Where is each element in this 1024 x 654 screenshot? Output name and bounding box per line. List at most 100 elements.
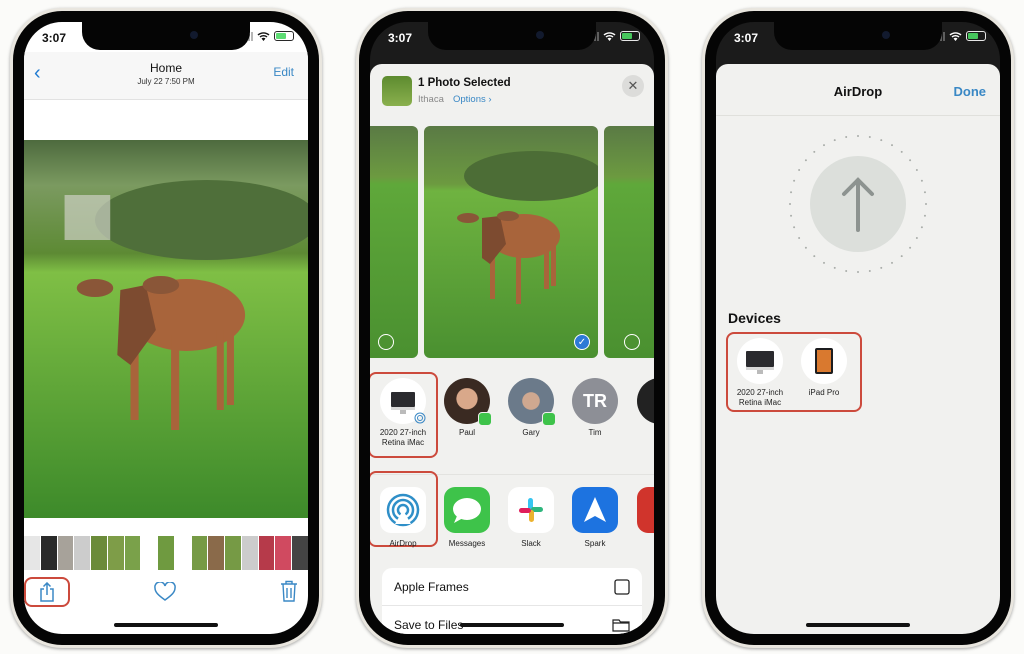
device-label: 2020 27-inch Retina iMac [736, 388, 784, 407]
device-ipad-pro[interactable]: iPad Pro [794, 338, 854, 398]
radar-dot [804, 246, 807, 249]
radar-dot [789, 203, 791, 205]
heart-icon[interactable] [154, 582, 176, 602]
radar-dot [900, 255, 903, 258]
photo-preview-left[interactable] [370, 126, 418, 358]
share-sheet-header: 1 Photo Selected Ithaca Options › ✕ [370, 64, 654, 124]
unselected-check[interactable] [378, 334, 394, 350]
app-label: Messages [448, 539, 486, 548]
partial-app-icon [637, 487, 654, 533]
suggestion-paul[interactable]: Paul [437, 378, 497, 438]
radar-dot [813, 150, 816, 153]
radar-dot [823, 261, 825, 264]
suggestion-label: Tim [588, 428, 602, 437]
radar-dot [915, 169, 918, 171]
radar-dot [868, 269, 871, 272]
album-title: Home [149, 61, 182, 75]
notch [82, 22, 250, 50]
status-time: 3:07 [42, 31, 67, 45]
thumbnail-strip[interactable] [24, 536, 308, 570]
status-time: 3:07 [734, 31, 759, 45]
folder-icon [612, 618, 630, 632]
wifi-icon [257, 32, 270, 41]
radar-dot [845, 269, 848, 272]
share-sheet: 1 Photo Selected Ithaca Options › ✕ ✓ 20… [370, 64, 654, 634]
photos-screen: 3:07 ‹ Home July 22 7:50 PM Edit [24, 22, 308, 634]
share-icon [40, 582, 54, 602]
edit-button[interactable]: Edit [273, 65, 294, 79]
airdrop-badge-icon [414, 412, 426, 424]
photo-location: Ithaca [418, 94, 444, 105]
radar-dot [833, 139, 836, 142]
notch [774, 22, 942, 50]
radar-dot [793, 226, 796, 229]
selection-title: 1 Photo Selected [418, 77, 511, 89]
radar-dot [915, 237, 918, 239]
app-slack[interactable]: Slack [503, 487, 559, 548]
app-messages[interactable]: Messages [439, 487, 495, 548]
radar-dot [880, 266, 883, 269]
radar-dot [845, 136, 848, 139]
home-indicator [806, 623, 910, 627]
suggestion-label: Gary [522, 428, 540, 437]
radar-dot [920, 179, 923, 182]
devices-heading: Devices [728, 310, 781, 326]
radar-dot [923, 214, 926, 217]
home-indicator [460, 623, 564, 627]
wifi-icon [949, 32, 962, 41]
radar-dot [813, 255, 816, 258]
radar-dot [909, 246, 912, 249]
selected-check-icon[interactable]: ✓ [574, 334, 590, 350]
airdrop-radar [789, 135, 927, 273]
imac-icon [746, 351, 774, 374]
radar-dot [891, 144, 893, 147]
share-apps-row: AirDrop Messages Slack Spark [370, 471, 654, 558]
phone-airdrop: 3:07 AirDrop Done Devices 2020 27-inch R… [702, 8, 1014, 648]
radar-dot [891, 261, 893, 264]
status-time: 3:07 [388, 31, 413, 45]
radar-dot [920, 226, 923, 229]
radar-dot [798, 237, 801, 239]
airdrop-header: AirDrop Done [716, 64, 1000, 116]
selected-photo-thumbnail [382, 76, 412, 106]
suggestion-label: Paul [458, 428, 475, 437]
slack-icon [508, 487, 554, 533]
app-spark[interactable]: Spark [567, 487, 623, 548]
unselected-check[interactable] [624, 334, 640, 350]
radar-dot [857, 135, 859, 137]
photo-preview-selected[interactable]: ✓ [424, 126, 598, 358]
trash-icon[interactable] [280, 580, 298, 602]
device-imac[interactable]: 2020 27-inch Retina iMac [730, 338, 790, 408]
radar-dot [857, 271, 859, 273]
action-apple-frames[interactable]: Apple Frames [382, 568, 642, 606]
radar-dot [833, 266, 836, 269]
suggestion-gary[interactable]: Gary [501, 378, 561, 438]
share-button[interactable] [24, 577, 70, 607]
photo-preview-carousel[interactable]: ✓ [370, 124, 654, 360]
deer-photo[interactable] [24, 140, 308, 518]
suggestion-tim[interactable]: TR Tim [565, 378, 625, 438]
app-partial[interactable] [632, 487, 654, 533]
radar-dot [868, 136, 871, 139]
app-airdrop[interactable]: AirDrop [375, 487, 431, 548]
app-label: AirDrop [389, 539, 417, 548]
battery-icon [274, 31, 294, 41]
app-label: Spark [584, 539, 606, 548]
photo-toolbar [24, 574, 308, 614]
ipad-icon [815, 348, 833, 374]
close-button[interactable]: ✕ [622, 75, 644, 97]
radar-dot [798, 169, 801, 171]
phone-photos: 3:07 ‹ Home July 22 7:50 PM Edit [10, 8, 322, 648]
app-label: Slack [521, 539, 541, 548]
action-save-to-files[interactable]: Save to Files [382, 606, 642, 634]
photo-preview-right[interactable] [604, 126, 654, 358]
done-button[interactable]: Done [954, 84, 987, 99]
share-suggestions-row: 2020 27-inch Retina iMac Paul Gary TR Ti… [370, 370, 654, 460]
radar-dot [804, 159, 807, 162]
options-link[interactable]: Options › [453, 94, 492, 105]
suggestion-imac[interactable]: 2020 27-inch Retina iMac [373, 378, 433, 448]
airdrop-icon [380, 487, 426, 533]
tim-avatar: TR [572, 378, 618, 424]
suggestion-partial[interactable] [630, 378, 654, 424]
spark-icon [572, 487, 618, 533]
